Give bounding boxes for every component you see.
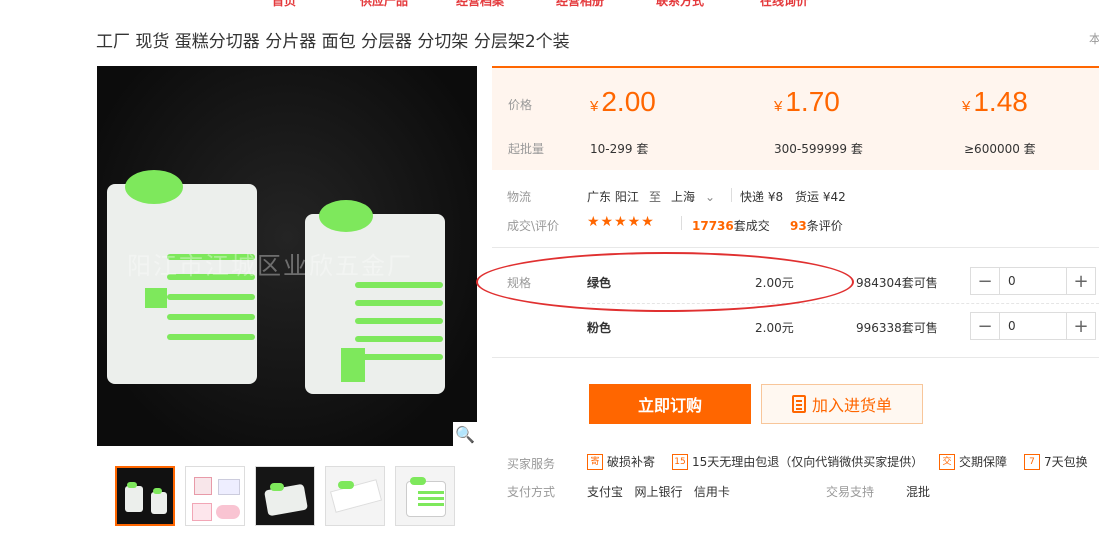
price-label: 价格 — [508, 98, 533, 112]
min-order-label: 起批量 — [508, 142, 545, 156]
service-damage[interactable]: 寄 破损补寄 — [587, 453, 655, 470]
range-tier-2: 300-599999 套 — [774, 142, 863, 156]
price-tier-2: ¥1.70 — [774, 86, 840, 117]
price-panel: 价格 起批量 ¥2.00 10-299 套 ¥1.70 300-599999 套… — [492, 66, 1099, 170]
nav-item-contact[interactable]: 联系方式 — [656, 0, 704, 9]
service-delivery[interactable]: 交 交期保障 — [939, 453, 1007, 470]
nav-item-home[interactable]: 首页 — [272, 0, 296, 9]
service-text: 7天包换 — [1044, 455, 1088, 469]
services-label: 买家服务 — [507, 457, 556, 471]
service-return[interactable]: 15 15天无理由包退（仅向代销微供买家提供） — [672, 453, 923, 470]
thumbnail-1[interactable] — [115, 466, 175, 526]
return-icon: 15 — [672, 453, 688, 470]
thumbnail-2[interactable] — [185, 466, 245, 526]
buy-now-button[interactable]: 立即订购 — [589, 384, 751, 424]
spec-stock-pink: 996338套可售 — [856, 321, 938, 335]
quantity-stepper-pink: − 0 + — [970, 312, 1096, 340]
plus-button[interactable]: + — [1067, 268, 1095, 294]
payment-methods: 支付宝 网上银行 信用卡 — [587, 485, 730, 499]
spec-option-pink: 粉色 — [587, 321, 612, 335]
rating-stars: ★★★★★ — [587, 214, 655, 230]
thumbnail-4[interactable] — [325, 466, 385, 526]
spec-stock-green: 984304套可售 — [856, 276, 938, 290]
product-title: 工厂 现货 蛋糕分切器 分片器 面包 分层器 分切架 分层架2个装 — [96, 32, 570, 52]
zoom-icon[interactable]: 🔍 — [453, 422, 477, 446]
ship-from: 广东 阳江 — [587, 190, 639, 204]
quantity-input[interactable]: 0 — [999, 268, 1067, 294]
divider — [492, 247, 1099, 248]
thumbnail-5[interactable] — [395, 466, 455, 526]
freight-fee: 货运 ¥42 — [795, 190, 846, 204]
quantity-stepper-green: − 0 + — [970, 267, 1096, 295]
service-text: 15天无理由包退（仅向代销微供买家提供） — [692, 455, 924, 469]
to-word: 至 — [649, 190, 662, 204]
logistics-label: 物流 — [507, 190, 532, 204]
title-right-cropped: 本 — [1089, 32, 1099, 46]
deals-label: 成交\评价 — [507, 219, 560, 233]
delivery-icon: 交 — [939, 453, 955, 470]
spec-price-pink: 2.00元 — [755, 321, 794, 335]
main-product-image[interactable]: 阳江市江城区业欣五金厂 🔍 — [97, 66, 477, 446]
nav-item-album[interactable]: 经营相册 — [556, 0, 604, 9]
service-text: 交期保障 — [959, 455, 1008, 469]
nav-item-inquiry[interactable]: 在线询价 — [760, 0, 808, 9]
trade-support-label: 交易支持 — [826, 485, 875, 499]
service-text: 破损补寄 — [607, 455, 656, 469]
payment-label: 支付方式 — [507, 485, 556, 499]
service-exchange[interactable]: 7 7天包换 — [1024, 453, 1088, 470]
nav-item-products[interactable]: 供应产品 — [360, 0, 408, 9]
range-tier-3: ≥600000 套 — [964, 142, 1036, 156]
deal-count[interactable]: 17736套成交 — [692, 217, 770, 234]
price-tier-1: ¥2.00 — [590, 86, 656, 117]
nav-item-archive[interactable]: 经营档案 — [456, 0, 504, 9]
plus-button[interactable]: + — [1067, 313, 1095, 339]
top-nav: 首页 供应产品 经营档案 经营相册 联系方式 在线询价 — [0, 0, 1099, 9]
express-fee: 快递 ¥8 — [740, 190, 784, 204]
damage-icon: 寄 — [587, 453, 603, 470]
add-to-cart-button[interactable]: 加入进货单 — [761, 384, 923, 424]
exchange-icon: 7 — [1024, 453, 1040, 470]
quantity-input[interactable]: 0 — [999, 313, 1067, 339]
chevron-down-icon: ⌄ — [705, 190, 716, 204]
review-count[interactable]: 93条评价 — [790, 217, 843, 234]
ship-to-value: 上海 — [671, 190, 696, 204]
add-to-cart-label: 加入进货单 — [811, 396, 892, 415]
range-tier-1: 10-299 套 — [590, 142, 649, 156]
minus-button[interactable]: − — [971, 268, 999, 294]
highlight-oval — [476, 252, 854, 312]
minus-button[interactable]: − — [971, 313, 999, 339]
clipboard-icon — [791, 395, 806, 413]
image-watermark: 阳江市江城区业欣五金厂 — [127, 252, 413, 280]
price-tier-3: ¥1.48 — [962, 86, 1028, 117]
thumbnail-3[interactable] — [255, 466, 315, 526]
divider — [492, 357, 1099, 358]
trade-support-value: 混批 — [906, 485, 931, 499]
ship-to-select[interactable]: 上海 ⌄ — [671, 188, 715, 205]
